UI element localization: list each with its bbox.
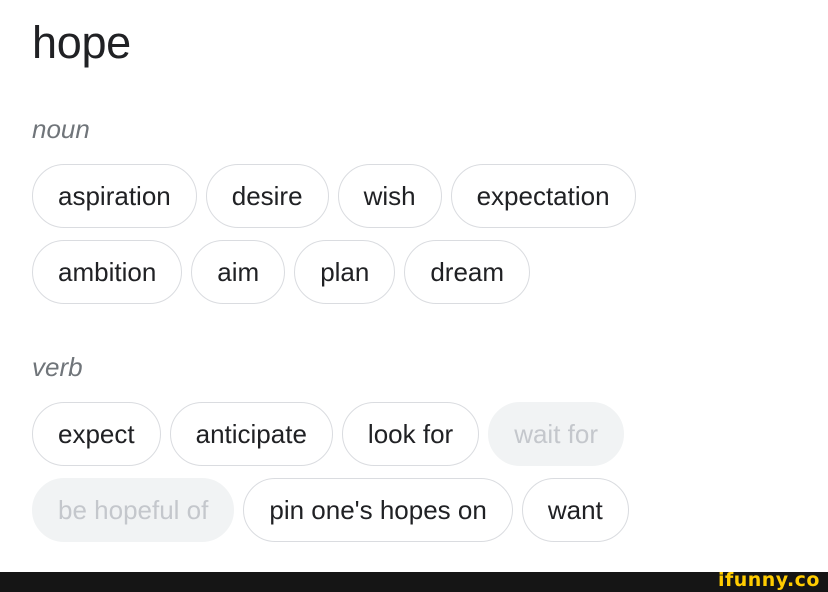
synonym-chip-ambition[interactable]: ambition [32, 240, 183, 304]
synonym-chip-pin-ones-hopes-on[interactable]: pin one's hopes on [243, 478, 513, 542]
part-of-speech-verb: verb [32, 352, 83, 382]
headword: hope [32, 17, 131, 68]
verb-synonyms-row-1: expect anticipate look for wait for [32, 402, 624, 466]
synonym-chip-be-hopeful-of[interactable]: be hopeful of [32, 478, 235, 542]
verb-synonyms-row-2: be hopeful of pin one's hopes on want [32, 478, 629, 542]
synonym-chip-wish[interactable]: wish [337, 164, 442, 228]
synonym-chip-look-for[interactable]: look for [341, 402, 480, 466]
noun-synonyms-row-1: aspiration desire wish expectation [32, 164, 636, 228]
synonym-chip-want[interactable]: want [521, 478, 629, 542]
ifunny-watermark: ifunny.co [717, 569, 820, 591]
synonym-chip-expect[interactable]: expect [32, 402, 161, 466]
synonym-chip-anticipate[interactable]: anticipate [169, 402, 333, 466]
noun-synonyms-row-2: ambition aim plan dream [32, 240, 531, 304]
synonym-chip-dream[interactable]: dream [404, 240, 531, 304]
footer-bar [0, 572, 828, 592]
synonym-chip-expectation[interactable]: expectation [450, 164, 636, 228]
synonym-chip-aspiration[interactable]: aspiration [32, 164, 197, 228]
synonym-chip-plan[interactable]: plan [294, 240, 396, 304]
synonym-chip-aim[interactable]: aim [191, 240, 286, 304]
synonym-chip-desire[interactable]: desire [205, 164, 329, 228]
part-of-speech-noun: noun [32, 114, 90, 144]
synonym-chip-wait-for[interactable]: wait for [488, 402, 624, 466]
